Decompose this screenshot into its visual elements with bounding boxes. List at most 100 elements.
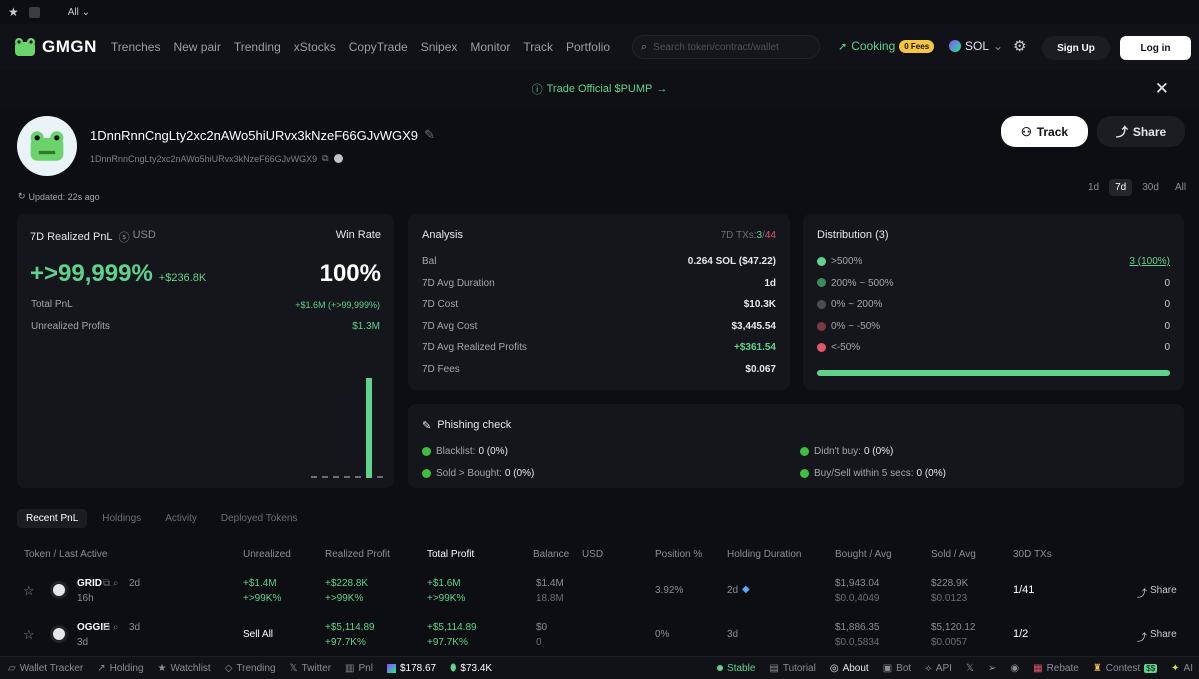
nav-link-copytrade[interactable]: CopyTrade bbox=[349, 40, 408, 54]
chain-selector[interactable]: SOL ⌄ bbox=[949, 39, 1003, 53]
sol-price[interactable]: $178.67 bbox=[386, 663, 436, 674]
distribution-row: <-50% 0 bbox=[817, 342, 1170, 353]
copy-icon[interactable]: ⧉ ⌕ bbox=[103, 622, 119, 633]
legend-dot-icon bbox=[817, 343, 826, 353]
tab-holdings[interactable]: Holdings bbox=[93, 509, 150, 528]
track-button[interactable]: ⚇ Track bbox=[1001, 116, 1088, 147]
x-icon[interactable]: 𝕏 bbox=[966, 663, 974, 674]
signup-button[interactable]: Sign Up bbox=[1042, 36, 1110, 60]
analysis-row: 7D Avg Duration 1d bbox=[422, 278, 776, 289]
share-button[interactable]: ⤴ Share bbox=[1097, 116, 1185, 147]
analysis-card: Analysis 7D TXs:3/44 Bal 0.264 SOL ($47.2… bbox=[408, 214, 790, 390]
column-header[interactable]: Holding Duration bbox=[727, 549, 802, 560]
content-tabs: Recent PnL Holdings Activity Deployed Token… bbox=[17, 509, 306, 528]
nav-link-new-pair[interactable]: New pair bbox=[173, 40, 220, 54]
phishing-card: ✎ Phishing check Blacklist: 0 (0%) Didn't b… bbox=[408, 404, 1184, 488]
rebate-link[interactable]: ▦ Rebate bbox=[1033, 663, 1079, 674]
balance-value: $1.4M bbox=[536, 578, 564, 589]
telegram-icon[interactable]: ➢ bbox=[988, 663, 996, 674]
contest-link[interactable]: ♜ Contest $$ bbox=[1093, 663, 1158, 674]
bot-icon: ▣ bbox=[882, 662, 893, 674]
api-link[interactable]: ⟡ API bbox=[925, 663, 952, 674]
ai-link[interactable]: ✦ AI bbox=[1171, 663, 1193, 674]
period-tab-all[interactable]: All bbox=[1169, 179, 1192, 196]
star-icon[interactable]: ★ bbox=[8, 5, 19, 19]
column-header[interactable]: Sold / Avg bbox=[931, 549, 976, 560]
column-header[interactable]: Realized Profit bbox=[325, 549, 390, 560]
tab-recent-pnl[interactable]: Recent PnL bbox=[17, 509, 88, 528]
refresh-icon[interactable]: ↻ bbox=[18, 191, 26, 202]
copy-icon[interactable]: ⧉ bbox=[322, 153, 328, 164]
distribution-row-value: 0 bbox=[1164, 342, 1170, 354]
total-pct: +>99K% bbox=[427, 593, 466, 604]
search-input[interactable]: Search token/contract/wallet bbox=[653, 42, 779, 53]
distribution-row: 0% ~ -50% 0 bbox=[817, 321, 1170, 332]
stat-2[interactable]: ⬮ $73.4K bbox=[450, 663, 492, 674]
nav-link-snipex[interactable]: Snipex bbox=[421, 40, 458, 54]
column-header[interactable]: Total Profit bbox=[427, 549, 474, 560]
row-share-label: Share bbox=[1150, 585, 1177, 596]
bottom-pnl[interactable]: ▥ Pnl bbox=[345, 663, 373, 674]
nav-link-trenches[interactable]: Trenches bbox=[111, 40, 161, 54]
nav-link-portfolio[interactable]: Portfolio bbox=[566, 40, 610, 54]
bottom-watchlist[interactable]: ★ Watchlist bbox=[158, 663, 211, 674]
period-tab-1d[interactable]: 1d bbox=[1082, 179, 1105, 196]
star-icon[interactable]: ☆ bbox=[23, 583, 35, 599]
distribution-row-label-wrap: <-50% bbox=[817, 342, 860, 353]
settings-gear-icon[interactable]: ⚙ bbox=[1013, 37, 1026, 55]
login-button[interactable]: Log in bbox=[1120, 36, 1191, 60]
nav-link-xstocks[interactable]: xStocks bbox=[294, 40, 336, 54]
tab-activity[interactable]: Activity bbox=[156, 509, 206, 528]
distribution-row-value: 0 bbox=[1164, 299, 1170, 311]
close-icon[interactable]: ✕ bbox=[1155, 79, 1169, 99]
column-header[interactable]: Token / Last Active bbox=[24, 549, 107, 560]
period-tab-7d[interactable]: 7d bbox=[1109, 179, 1133, 196]
edit-icon[interactable]: ✎ bbox=[424, 127, 435, 143]
bottom-holding[interactable]: ↗ Holding bbox=[97, 663, 143, 674]
discord-icon[interactable]: ◉ bbox=[1010, 663, 1019, 674]
solana-icon bbox=[949, 40, 961, 52]
solscan-icon[interactable] bbox=[333, 154, 343, 163]
bottom-twitter[interactable]: 𝕏 Twitter bbox=[290, 663, 332, 674]
phishing-item-label: Blacklist: bbox=[436, 446, 476, 457]
column-header[interactable]: Balance bbox=[533, 549, 569, 560]
bottom-trending[interactable]: ◇ Trending bbox=[225, 663, 276, 674]
about-link[interactable]: ◎ About bbox=[830, 663, 869, 674]
bot-link[interactable]: ▣ Bot bbox=[883, 663, 911, 674]
stable-indicator[interactable]: Stable bbox=[717, 663, 755, 674]
sell-all-button[interactable]: Sell All bbox=[243, 629, 273, 640]
copy-icon[interactable]: ⧉ ⌕ bbox=[103, 578, 119, 589]
filter-label: All bbox=[67, 6, 79, 18]
row-share-button[interactable]: ⤴ Share bbox=[1137, 629, 1177, 644]
row-share-button[interactable]: ⤴ Share bbox=[1137, 585, 1177, 600]
distribution-row-value[interactable]: 3 (100%) bbox=[1129, 256, 1170, 267]
search-box[interactable]: ⌕ Search token/contract/wallet bbox=[632, 35, 820, 59]
announcement-banner[interactable]: ⓘ Trade Official $PUMP → ✕ bbox=[0, 70, 1199, 108]
nav-link-trending[interactable]: Trending bbox=[234, 40, 281, 54]
column-header[interactable]: Position % bbox=[655, 549, 702, 560]
balance-amount: 18.8M bbox=[536, 593, 564, 604]
usd-toggle[interactable]: ⓢ USD bbox=[119, 229, 156, 245]
logo[interactable]: GMGN bbox=[12, 36, 97, 58]
cooking-button[interactable]: ➚ Cooking 0 Fees bbox=[838, 39, 935, 53]
window-icon[interactable] bbox=[28, 6, 40, 18]
bottom-wallet-tracker[interactable]: ▱ Wallet Tracker bbox=[8, 663, 83, 674]
add-user-icon: ⚇ bbox=[1020, 124, 1032, 139]
column-header[interactable]: Unrealized bbox=[243, 549, 291, 560]
analysis-row-value: 0.264 SOL ($47.22) bbox=[687, 256, 776, 267]
star-icon[interactable]: ☆ bbox=[23, 627, 35, 643]
tutorial-link[interactable]: ▤ Tutorial bbox=[769, 663, 815, 674]
nav-link-monitor[interactable]: Monitor bbox=[470, 40, 510, 54]
nav-link-track[interactable]: Track bbox=[523, 40, 553, 54]
analysis-row: 7D Fees $0.067 bbox=[422, 364, 776, 375]
tab-deployed-tokens[interactable]: Deployed Tokens bbox=[212, 509, 307, 528]
api-label: API bbox=[935, 662, 952, 674]
filter-dropdown[interactable]: All ⌄ bbox=[68, 7, 90, 18]
tx-count: 1/2 bbox=[1013, 628, 1029, 640]
phishing-item: Buy/Sell within 5 secs: 0 (0%) bbox=[800, 468, 946, 479]
token-symbol[interactable]: GRID bbox=[77, 578, 102, 589]
period-tab-30d[interactable]: 30d bbox=[1136, 179, 1165, 196]
sold-value: $5,120.12 bbox=[931, 622, 976, 633]
column-header[interactable]: Bought / Avg bbox=[835, 549, 892, 560]
realized-pct: +>99K% bbox=[325, 593, 364, 604]
